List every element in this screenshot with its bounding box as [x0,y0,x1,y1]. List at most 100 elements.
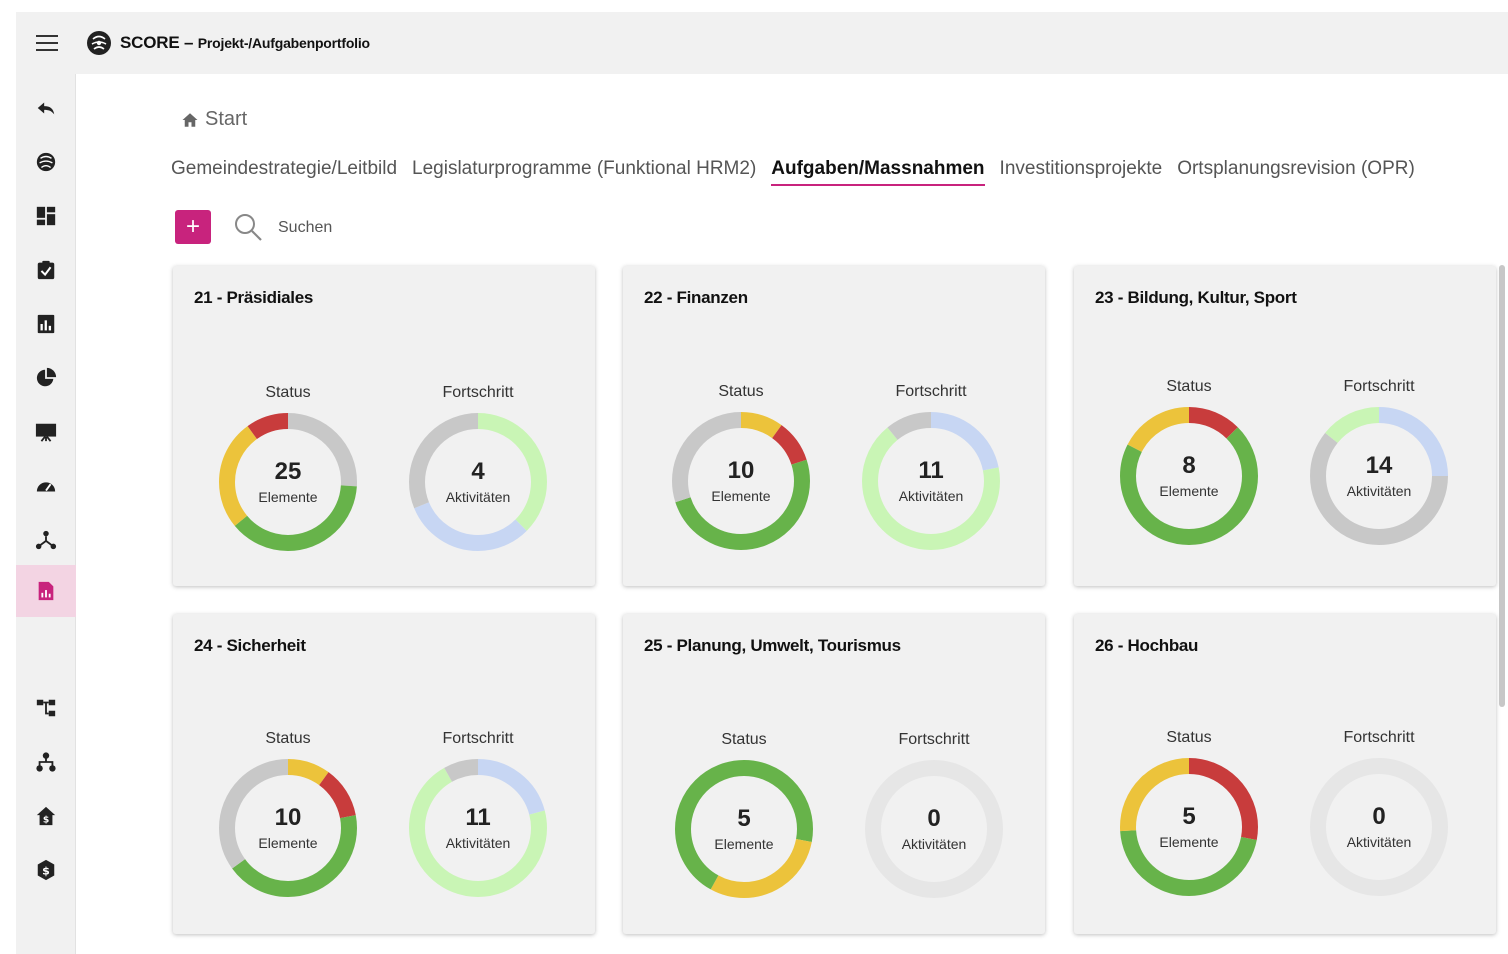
progress-unit: Aktivitäten [1346,483,1412,500]
app-title: SCORE – Projekt-/Aufgabenportfolio [120,33,370,53]
sidebar-item-presentation[interactable] [16,406,76,458]
tab-gemeindestrategie[interactable]: Gemeindestrategie/Leitbild [171,158,397,186]
progress-label: Fortschritt [442,384,514,401]
progress-label: Fortschritt [1343,729,1415,746]
card-title: 23 - Bildung, Kultur, Sport [1095,288,1297,307]
progress-count: 11 [918,456,944,484]
dollar-shield-icon: $ [37,859,55,881]
svg-text:$: $ [42,865,50,878]
progress-gauge: Fortschritt 14 Aktivitäten [1304,378,1454,548]
sidebar-item-reports[interactable] [16,298,76,350]
sidebar-item-tasks[interactable] [16,244,76,296]
progress-label: Fortschritt [898,731,970,748]
card-title: 25 - Planung, Umwelt, Tourismus [644,636,901,655]
sidebar-item-finance[interactable]: $ [16,844,76,896]
hamburger-menu-icon [36,35,58,51]
status-unit: Elemente [258,489,318,506]
app-title-separator: – [179,33,198,52]
card-title: 24 - Sicherheit [194,636,306,655]
status-count: 10 [727,456,755,484]
tab-legislaturprogramme[interactable]: Legislaturprogramme (Funktional HRM2) [412,158,756,186]
status-gauge: Status 10 Elemente [666,383,816,553]
progress-label: Fortschritt [895,383,967,400]
progress-label: Fortschritt [1343,378,1415,395]
tab-aufgaben-massnahmen[interactable]: Aufgaben/Massnahmen [771,158,985,186]
report-chart-icon [37,314,55,334]
status-gauge: Status 8 Elemente [1114,378,1264,548]
tab-investitionsprojekte[interactable]: Investitionsprojekte [1000,158,1163,186]
breadcrumb-start: Start [205,108,248,130]
progress-unit: Aktivitäten [445,489,511,506]
sidebar-item-hierarchy[interactable] [16,682,76,734]
progress-gauge: Fortschritt 11 Aktivitäten [856,383,1006,553]
status-donut: 25 Elemente [216,410,360,554]
progress-gauge: Fortschritt 0 Aktivitäten [859,731,1009,901]
progress-unit: Aktivitäten [901,836,967,853]
status-unit: Elemente [1159,483,1219,500]
dashboard-icon [36,206,56,226]
status-label: Status [1166,378,1212,395]
progress-count: 4 [471,457,485,485]
tab-ortsplanungsrevision[interactable]: Ortsplanungsrevision (OPR) [1177,158,1415,186]
hierarchy-icon [36,699,56,717]
menu-button[interactable] [16,12,78,74]
progress-unit: Aktivitäten [1346,834,1412,851]
portfolio-card[interactable]: 22 - Finanzen Status 10 Elemente Fortsch… [623,266,1045,586]
portfolio-card[interactable]: 21 - Präsidiales Status 25 Elemente Fort… [173,266,595,586]
progress-donut: 4 Aktivitäten [406,410,550,554]
status-gauge: Status 25 Elemente [213,384,363,554]
scrollbar-thumb[interactable] [1499,265,1505,707]
network-icon [35,530,57,550]
status-unit: Elemente [711,488,771,505]
sidebar: $ $ [16,74,76,954]
sidebar-item-back[interactable] [16,82,76,134]
progress-gauge: Fortschritt 11 Aktivitäten [403,730,553,900]
score-logo-icon [87,31,111,55]
progress-donut: 11 Aktivitäten [859,409,1003,553]
portfolio-card[interactable]: 26 - Hochbau Status 5 Elemente Fortschri… [1074,614,1496,934]
app-bar: SCORE – Projekt-/Aufgabenportfolio [16,12,1508,74]
status-count: 5 [1182,802,1196,830]
status-unit: Elemente [258,835,318,852]
status-donut: 10 Elemente [216,756,360,900]
status-gauge: Status 10 Elemente [213,730,363,900]
portfolio-card[interactable]: 24 - Sicherheit Status 10 Elemente Forts… [173,614,595,934]
progress-unit: Aktivitäten [445,835,511,852]
sidebar-item-globe[interactable] [16,136,76,188]
status-label: Status [718,383,764,400]
progress-count: 0 [1372,802,1386,830]
app-name: SCORE [120,33,180,52]
house-dollar-icon: $ [36,806,56,825]
home-icon [182,112,198,127]
pie-chart-icon [36,367,57,387]
status-unit: Elemente [1159,834,1219,851]
status-count: 10 [274,803,302,831]
search-input[interactable] [278,216,478,240]
portfolio-card[interactable]: 25 - Planung, Umwelt, Tourismus Status 5… [623,614,1045,934]
portfolio-card[interactable]: 23 - Bildung, Kultur, Sport Status 8 Ele… [1074,266,1496,586]
status-donut: 5 Elemente [1117,755,1261,899]
progress-gauge: Fortschritt 4 Aktivitäten [403,384,553,554]
status-donut: 5 Elemente [672,757,816,901]
back-icon [37,102,55,115]
tab-bar: Gemeindestrategie/Leitbild Legislaturpro… [171,158,1430,186]
progress-donut: 11 Aktivitäten [406,756,550,900]
sidebar-item-performance[interactable] [16,460,76,512]
status-label: Status [265,384,311,401]
sidebar-item-network[interactable] [16,514,76,566]
status-count: 8 [1182,451,1196,479]
sidebar-item-real-estate[interactable]: $ [16,790,76,842]
progress-donut: 0 Aktivitäten [1307,755,1451,899]
status-gauge: Status 5 Elemente [1114,729,1264,899]
card-title: 26 - Hochbau [1095,636,1199,655]
sidebar-item-dashboard[interactable] [16,190,76,242]
document-chart-icon [38,581,54,601]
add-button[interactable]: + [175,210,211,244]
sidebar-item-statistics[interactable] [16,352,76,404]
progress-unit: Aktivitäten [898,488,964,505]
sidebar-item-organization[interactable] [16,736,76,788]
sidebar-item-portfolio[interactable] [16,565,76,617]
status-label: Status [265,730,311,747]
progress-label: Fortschritt [442,730,514,747]
breadcrumb[interactable]: Start [181,108,247,131]
